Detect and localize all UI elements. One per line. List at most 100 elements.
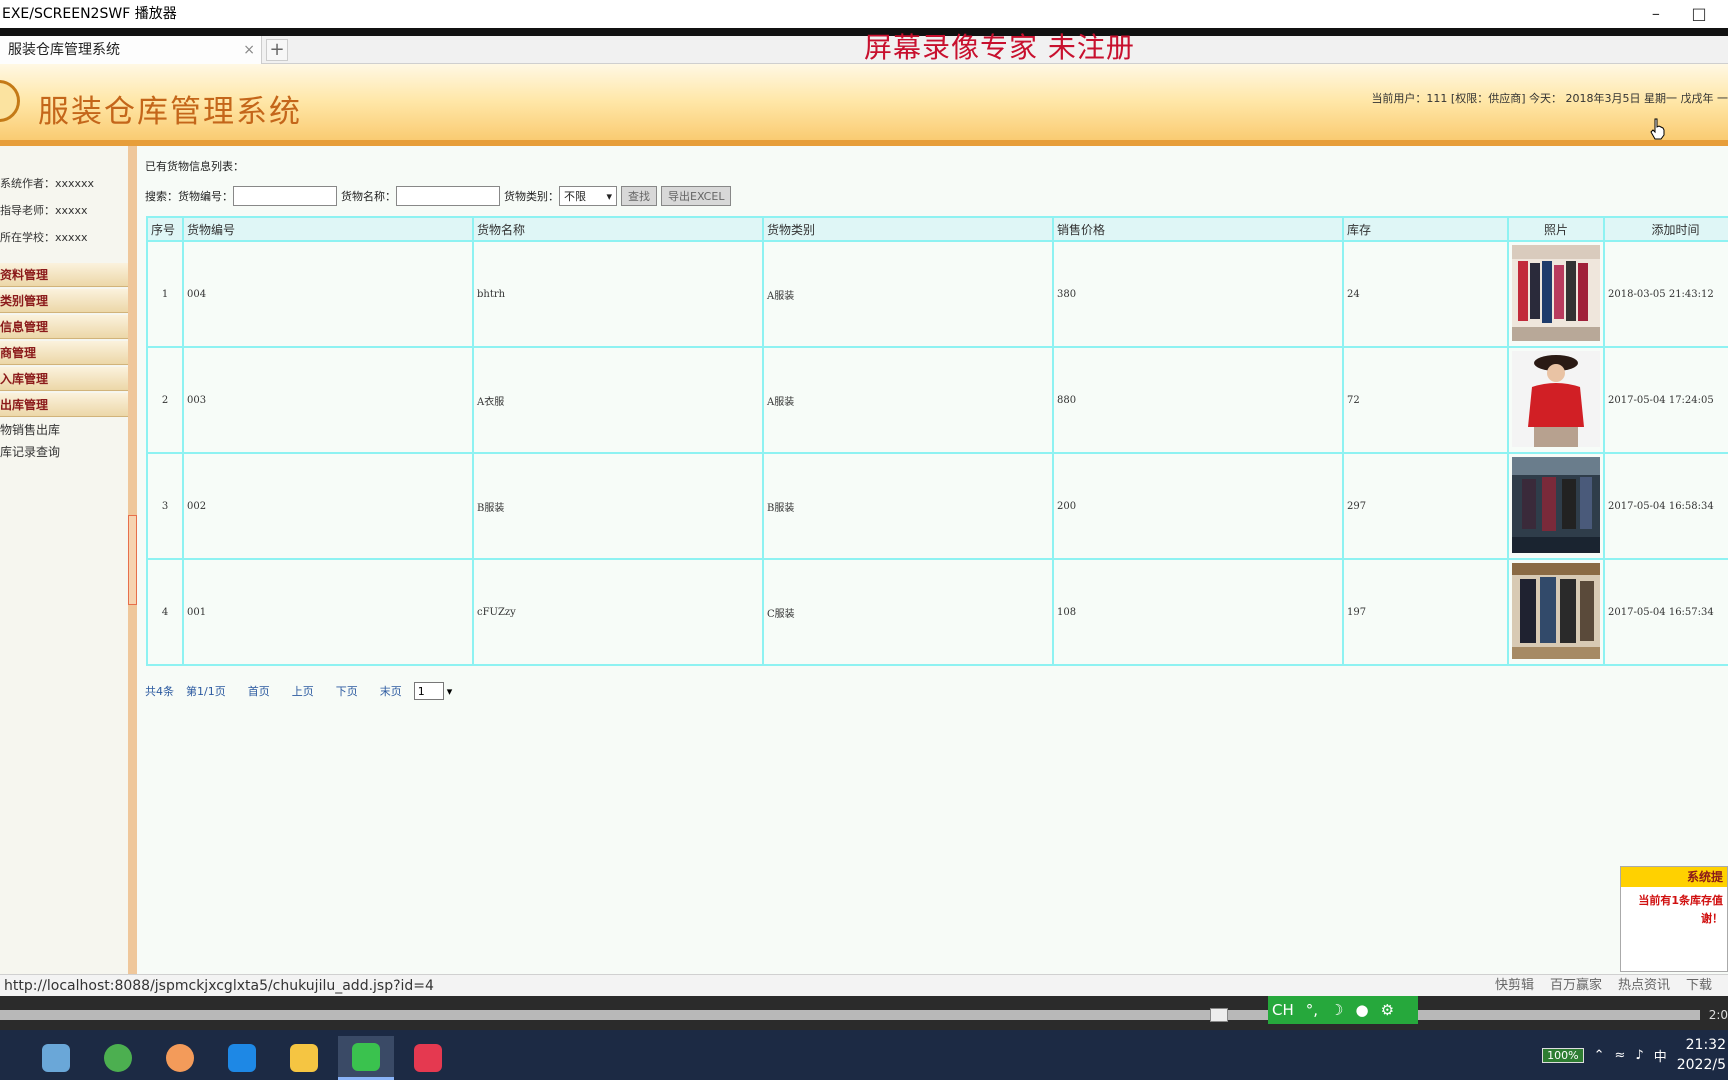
menu-item-stock-out[interactable]: 出库管理 <box>0 393 128 417</box>
menu-item-category[interactable]: 类别管理 <box>0 289 128 313</box>
col-no: 序号 <box>146 216 184 242</box>
browser-tab[interactable]: 服装仓库管理系统 × <box>0 36 262 64</box>
sidebar-collapse-handle[interactable] <box>128 515 137 605</box>
playback-knob[interactable] <box>1210 1008 1228 1022</box>
taskbar-app-red[interactable] <box>400 1036 456 1080</box>
coats-photo[interactable] <box>1512 562 1600 659</box>
col-code: 货物编号 <box>182 216 474 242</box>
taskbar-app-notes[interactable] <box>28 1036 84 1080</box>
table-row[interactable]: 1 004 bhtrh A服装 380 24 2018-03-05 21:43:… <box>146 240 1728 348</box>
menu-item-merchant[interactable]: 商管理 <box>0 341 128 365</box>
system-notice-popup[interactable]: 系统提 当前有1条库存值 谢！ <box>1620 866 1728 972</box>
playback-progress-bar[interactable] <box>0 1010 1700 1020</box>
menu-item-stock-in[interactable]: 入库管理 <box>0 367 128 391</box>
table-row[interactable]: 3 002 B服装 B服装 200 297 2017-05-04 16:58:3… <box>146 452 1728 560</box>
ime-punct-icon: °, <box>1305 1001 1319 1019</box>
taskbar-app-teamviewer[interactable] <box>214 1036 270 1080</box>
pager-next[interactable]: 下页 <box>336 683 358 699</box>
table-row[interactable]: 4 001 cFUZzy C服装 108 197 2017-05-04 16:5… <box>146 558 1728 666</box>
wifi-icon[interactable]: ≈ <box>1615 1048 1626 1063</box>
chevron-up-icon[interactable]: ⌃ <box>1594 1048 1605 1063</box>
search-bar: 搜索： 货物编号： 货物名称： 货物类别： 不限 ▾ 查找 导出EXCEL <box>145 185 732 207</box>
windows-taskbar: 100% ⌃ ≈ ♪ 中 21:32 2022/5 <box>0 1030 1728 1080</box>
category-select-value: 不限 <box>564 190 586 203</box>
new-tab-button[interactable]: + <box>266 39 288 61</box>
red-blouse-photo[interactable] <box>1512 350 1600 447</box>
cell-category: A服装 <box>762 346 1054 454</box>
export-excel-button[interactable]: 导出EXCEL <box>661 186 732 206</box>
submenu-item-sales-out[interactable]: 物销售出库 <box>0 419 128 441</box>
cell-photo <box>1507 558 1605 666</box>
pager-prev[interactable]: 上页 <box>292 683 314 699</box>
gear-icon: ⚙ <box>1380 1001 1395 1019</box>
cell-price: 200 <box>1052 452 1344 560</box>
sidebar-submenu: 物销售出库 库记录查询 <box>0 419 128 463</box>
cell-category: B服装 <box>762 452 1054 560</box>
table-row[interactable]: 2 003 A衣服 A服装 880 72 2017-05-04 17:24:05 <box>146 346 1728 454</box>
menu-item-profile[interactable]: 资料管理 <box>0 263 128 287</box>
col-photo: 照片 <box>1507 216 1605 242</box>
submenu-item-out-records[interactable]: 库记录查询 <box>0 441 128 463</box>
tool-quick-edit[interactable]: 快剪辑 <box>1495 975 1534 997</box>
page-select[interactable]: 1 ▾ <box>413 682 452 700</box>
maximize-button[interactable]: □ <box>1680 0 1718 28</box>
mannequins-photo[interactable] <box>1512 456 1600 553</box>
cell-name: B服装 <box>472 452 764 560</box>
sidebar-menu: 资料管理 类别管理 信息管理 商管理 入库管理 出库管理 <box>0 263 128 417</box>
hand-cursor-icon <box>1650 118 1665 140</box>
cell-no: 2 <box>146 346 184 454</box>
cell-category: A服装 <box>762 240 1054 348</box>
cell-stock: 197 <box>1342 558 1509 666</box>
notes-icon <box>42 1044 70 1072</box>
cell-photo <box>1507 240 1605 348</box>
folder-icon <box>290 1044 318 1072</box>
clock[interactable]: 21:32 2022/5 <box>1677 1035 1728 1075</box>
clothing-rack-photo[interactable] <box>1512 244 1600 341</box>
browser-status-bar: http://localhost:8088/jspmckjxcglxta5/ch… <box>0 974 1728 996</box>
tab-close-icon[interactable]: × <box>243 36 255 64</box>
cell-no: 3 <box>146 452 184 560</box>
taskbar-app-explorer[interactable] <box>276 1036 332 1080</box>
app-header: 服装仓库管理系统 当前用户：111 [权限：供应商] 今天： 2018年3月5日… <box>0 64 1728 146</box>
dropdown-arrow-icon: ▾ <box>446 684 453 698</box>
cell-code: 004 <box>182 240 474 348</box>
user-icon: ● <box>1355 1001 1369 1019</box>
cell-no: 4 <box>146 558 184 666</box>
ime-toolbar[interactable]: CH °, ☽ ● ⚙ <box>1268 996 1418 1024</box>
battery-indicator[interactable]: 100% <box>1542 1047 1584 1063</box>
cell-stock: 72 <box>1342 346 1509 454</box>
pager-total: 共4条 <box>145 685 174 698</box>
minimize-button[interactable]: – <box>1637 0 1675 28</box>
ime-indicator[interactable]: 中 <box>1654 1046 1667 1065</box>
list-title: 已有货物信息列表： <box>145 160 244 173</box>
tool-download[interactable]: 下载 <box>1686 975 1712 997</box>
tab-title: 服装仓库管理系统 <box>8 42 120 58</box>
cell-stock: 297 <box>1342 452 1509 560</box>
taskbar-app-browser[interactable] <box>90 1036 146 1080</box>
taskbar-app-orange[interactable] <box>152 1036 208 1080</box>
pager-first[interactable]: 首页 <box>248 683 270 699</box>
pager-last[interactable]: 末页 <box>380 683 402 699</box>
sidebar: 系统作者：xxxxxx 指导老师：xxxxx 所在学校：xxxxx 资料管理 类… <box>0 146 128 974</box>
tool-million-winner[interactable]: 百万赢家 <box>1550 975 1602 997</box>
volume-icon[interactable]: ♪ <box>1635 1048 1643 1063</box>
menu-item-info[interactable]: 信息管理 <box>0 315 128 339</box>
app-title: 服装仓库管理系统 <box>38 94 302 130</box>
tool-hot-news[interactable]: 热点资讯 <box>1618 975 1670 997</box>
school-label: 所在学校：xxxxx <box>0 231 88 244</box>
cell-price: 380 <box>1052 240 1344 348</box>
cell-code: 003 <box>182 346 474 454</box>
find-button[interactable]: 查找 <box>621 186 657 206</box>
cell-photo <box>1507 346 1605 454</box>
moon-icon: ☽ <box>1330 1001 1344 1019</box>
cell-name: A衣服 <box>472 346 764 454</box>
code-input[interactable] <box>233 186 337 206</box>
taskbar-app-player[interactable] <box>338 1036 394 1080</box>
teacher-label: 指导老师：xxxxx <box>0 204 88 217</box>
category-select[interactable]: 不限 ▾ <box>559 186 617 206</box>
orange-app-icon <box>166 1044 194 1072</box>
main-content: 已有货物信息列表： 搜索： 货物编号： 货物名称： 货物类别： 不限 ▾ 查找 … <box>137 146 1728 974</box>
cell-price: 880 <box>1052 346 1344 454</box>
name-input[interactable] <box>396 186 500 206</box>
clock-date: 2022/5 <box>1676 1057 1726 1073</box>
